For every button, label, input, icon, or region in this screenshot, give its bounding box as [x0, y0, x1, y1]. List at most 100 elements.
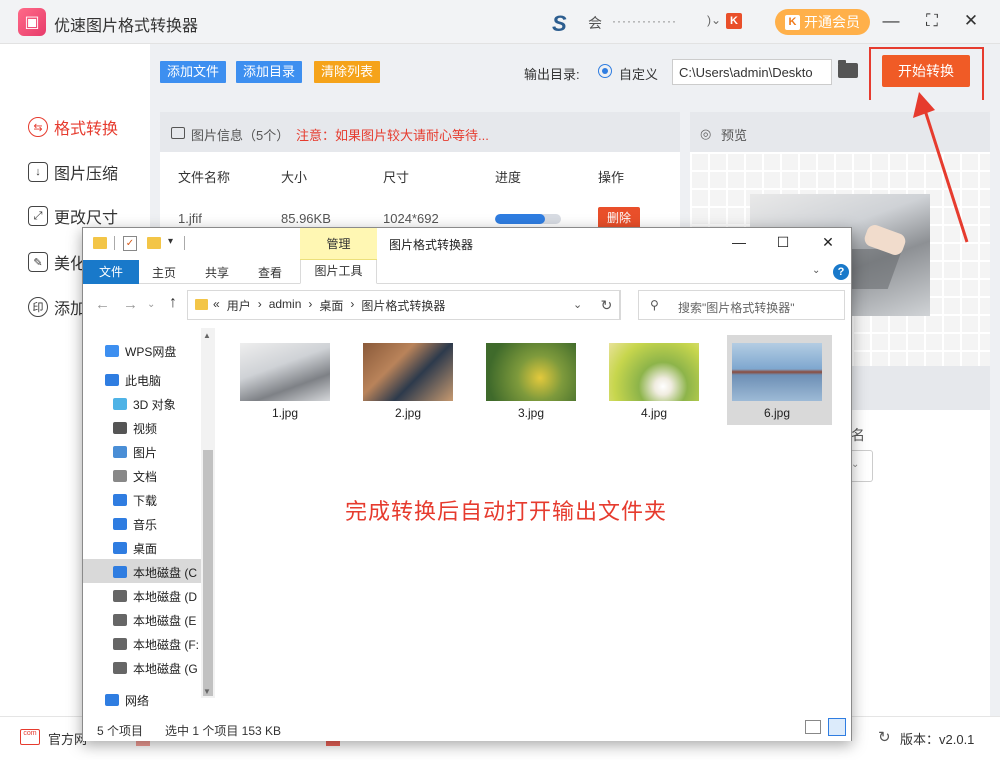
nav-item[interactable]: 网络	[105, 689, 149, 711]
nav-item-add[interactable]: 印 添加	[28, 295, 86, 319]
breadcrumb-item[interactable]: 用户	[227, 297, 251, 314]
address-history-icon[interactable]: ⌄	[573, 298, 582, 311]
add-dir-button[interactable]: 添加目录	[236, 61, 303, 83]
file-thumbnail[interactable]	[240, 343, 330, 401]
close-button[interactable]: ✕	[960, 10, 982, 32]
computer-icon	[105, 374, 119, 386]
nav-item-label: 本地磁盘 (F:	[133, 637, 199, 652]
nav-item[interactable]: 文档	[113, 465, 157, 487]
vip-button[interactable]: K 开通会员	[775, 9, 870, 35]
nav-item-label: 视频	[133, 421, 158, 436]
app-title: 优速图片格式转换器	[54, 18, 199, 35]
file-thumbnail[interactable]	[609, 343, 699, 401]
delete-row-button[interactable]: 删除	[598, 207, 640, 229]
breadcrumb[interactable]: « 用户 › admin › 桌面 › 图片格式转换器	[213, 297, 445, 314]
column-header-action: 操作	[598, 170, 625, 185]
custom-dir-radio-label[interactable]: 自定义	[619, 64, 658, 83]
breadcrumb-item[interactable]: admin	[269, 297, 302, 314]
scroll-down-icon[interactable]: ▼	[203, 687, 211, 696]
user-logo-icon: S	[552, 11, 567, 36]
tab-home[interactable]: 主页	[152, 264, 176, 281]
nav-item[interactable]: 3D 对象	[113, 393, 176, 415]
clear-list-button[interactable]: 清除列表	[314, 61, 381, 83]
drive-icon	[113, 590, 127, 602]
properties-icon[interactable]: ✓	[123, 236, 137, 251]
back-arrow-icon[interactable]: ←	[95, 296, 110, 313]
vip-button-label: 开通会员	[804, 14, 860, 30]
refresh-button[interactable]: ↻	[593, 290, 621, 320]
tab-view[interactable]: 查看	[258, 264, 282, 281]
large-icons-view-icon[interactable]	[828, 718, 846, 736]
explorer-maximize-button[interactable]: ☐	[773, 234, 793, 251]
nav-item[interactable]: 下载	[113, 489, 157, 511]
nav-item[interactable]: 本地磁盘 (D	[113, 585, 197, 607]
add-file-button[interactable]: 添加文件	[160, 61, 227, 83]
breadcrumb-separator: ›	[308, 297, 313, 311]
minimize-button[interactable]: —	[880, 10, 902, 32]
file-name[interactable]: 6.jpg	[732, 406, 822, 420]
breadcrumb-item[interactable]: 桌面	[319, 297, 343, 314]
breadcrumb-item[interactable]: 图片格式转换器	[361, 297, 445, 314]
nav-item[interactable]: WPS网盘	[105, 340, 176, 362]
file-thumbnail[interactable]	[732, 343, 822, 401]
explorer-minimize-button[interactable]: —	[729, 234, 749, 250]
app-logo-icon: ▣	[18, 8, 46, 36]
desktop-icon	[113, 542, 127, 554]
nav-item-format-convert[interactable]: ⇆ 格式转换	[28, 115, 118, 139]
user-menu-chevron-icon[interactable]: )⌄	[707, 13, 721, 27]
user-name[interactable]: 会	[588, 13, 602, 33]
divider	[114, 236, 115, 250]
column-header-dimensions: 尺寸	[383, 170, 410, 185]
custom-dir-radio[interactable]	[598, 64, 612, 78]
nav-item-label: 3D 对象	[133, 397, 176, 412]
file-thumbnail[interactable]	[363, 343, 453, 401]
tab-share[interactable]: 共享	[205, 264, 229, 281]
recent-dropdown-icon[interactable]: ⌄	[147, 299, 155, 310]
nav-item[interactable]: 此电脑	[105, 369, 161, 391]
breadcrumb-overflow[interactable]: «	[213, 297, 220, 314]
settings-select[interactable]: ⌄	[851, 450, 873, 482]
breadcrumb-separator: ›	[350, 297, 355, 311]
version-label: 版本：v2.0.1	[900, 732, 975, 747]
download-icon	[113, 494, 127, 506]
nav-item[interactable]: 本地磁盘 (E	[113, 609, 196, 631]
row-file-name: 1.jfif	[178, 211, 202, 226]
tab-file[interactable]: 文件	[83, 260, 139, 284]
quick-access-dropdown-icon[interactable]: ▾	[168, 236, 173, 247]
nav-item[interactable]: 桌面	[113, 537, 157, 559]
start-convert-button[interactable]: 开始转换	[882, 55, 970, 87]
nav-item[interactable]: 音乐	[113, 513, 157, 535]
nav-item-compress[interactable]: ↓ 图片压缩	[28, 160, 118, 184]
nav-item[interactable]: 本地磁盘 (G	[113, 657, 198, 679]
nav-item-label: 网络	[125, 693, 150, 708]
new-folder-icon[interactable]	[147, 237, 161, 249]
nav-item[interactable]: 本地磁盘 (C	[113, 561, 197, 583]
file-name[interactable]: 4.jpg	[609, 406, 699, 420]
forward-arrow-icon[interactable]: →	[123, 296, 138, 313]
explorer-close-button[interactable]: ✕	[818, 234, 838, 251]
nav-item[interactable]: 本地磁盘 (F:	[113, 633, 199, 655]
help-icon[interactable]: ?	[833, 264, 849, 280]
nav-item-label: 本地磁盘 (E	[133, 613, 197, 628]
folder-browse-icon[interactable]	[838, 60, 858, 78]
row-file-size: 85.96KB	[281, 211, 331, 226]
tab-picture-tools[interactable]: 图片工具	[300, 260, 377, 284]
file-name[interactable]: 2.jpg	[363, 406, 453, 420]
nav-item-label: 图片压缩	[54, 166, 119, 183]
up-arrow-icon[interactable]: ↑	[169, 294, 177, 312]
nav-item-resize[interactable]: ⤢ 更改尺寸	[28, 204, 118, 228]
nav-item[interactable]: 图片	[113, 441, 157, 463]
scroll-up-icon[interactable]: ▲	[203, 331, 211, 340]
file-thumbnail[interactable]	[486, 343, 576, 401]
nav-item[interactable]: 视频	[113, 417, 157, 439]
file-name[interactable]: 3.jpg	[486, 406, 576, 420]
maximize-button[interactable]: ⛶	[921, 10, 943, 32]
nav-item-beautify[interactable]: ✎ 美化	[28, 250, 86, 274]
nav-item-label: 下载	[133, 493, 158, 508]
file-name[interactable]: 1.jpg	[240, 406, 330, 420]
nav-scrollbar-thumb[interactable]	[203, 450, 213, 696]
convert-icon: ⇆	[28, 117, 48, 137]
details-view-icon[interactable]	[805, 720, 821, 734]
expand-ribbon-icon[interactable]: ⌄	[812, 265, 820, 276]
output-path-field[interactable]: C:\Users\admin\Deskto	[672, 59, 832, 85]
